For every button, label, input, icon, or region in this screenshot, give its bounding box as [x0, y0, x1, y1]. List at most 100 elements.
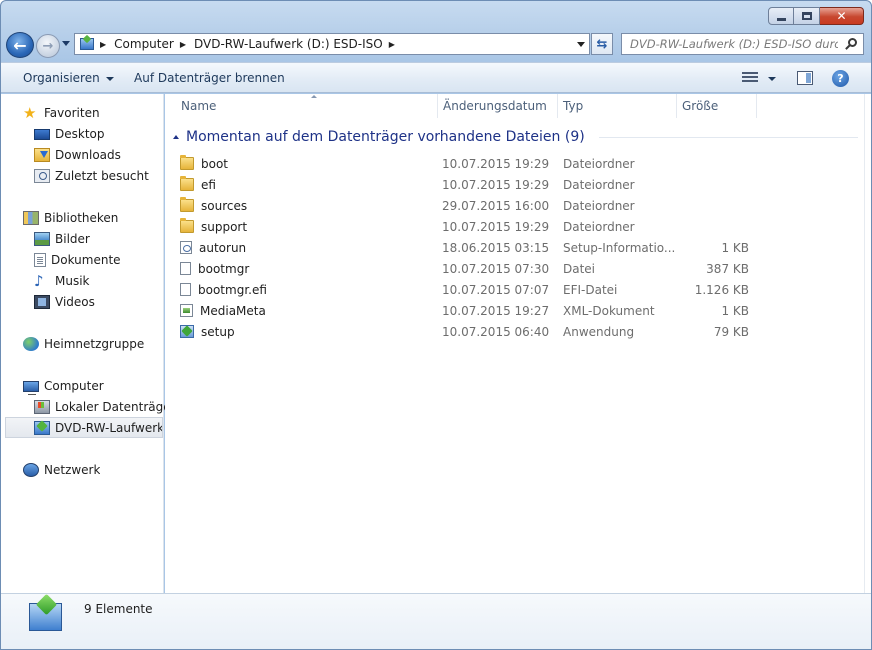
cell-name: bootmgr.efi	[180, 283, 442, 297]
sidebar-item-label: Videos	[55, 295, 95, 309]
sidebar-item-recent-places[interactable]: Zuletzt besucht	[34, 167, 149, 185]
group-divider	[598, 136, 858, 138]
file-icon	[180, 283, 191, 296]
breadcrumb-computer[interactable]: Computer	[114, 37, 174, 51]
file-name: efi	[201, 177, 216, 192]
sidebar-item-label: DVD-RW-Laufwerk (	[55, 420, 163, 435]
sidebar-item-libraries[interactable]: Bibliotheken	[23, 209, 118, 227]
sidebar-item-label: Desktop	[55, 127, 105, 141]
column-header-size[interactable]: Größe	[676, 94, 757, 118]
recent-pages-dropdown[interactable]	[62, 41, 70, 46]
file-name: sources	[201, 198, 248, 213]
sidebar-item-videos[interactable]: Videos	[34, 293, 95, 311]
cell-type: Dateiordner	[563, 177, 635, 192]
table-row[interactable]: support 10.07.2015 19:29 Dateiordner	[180, 216, 760, 237]
homegroup-icon	[23, 337, 39, 351]
organize-button[interactable]: Organisieren	[23, 71, 114, 85]
sidebar-item-computer[interactable]: Computer	[23, 377, 104, 395]
command-bar: Organisieren Auf Datenträger brennen ?	[1, 62, 871, 93]
column-header-name[interactable]: Name	[175, 94, 438, 118]
forward-arrow-icon: →	[42, 38, 54, 54]
folder-icon	[180, 218, 194, 233]
search-icon[interactable]	[848, 38, 857, 47]
table-row[interactable]: bootmgr 10.07.2015 07:30 Datei 387 KB	[180, 258, 760, 279]
table-row[interactable]: boot 10.07.2015 19:29 Dateiordner	[180, 153, 760, 174]
maximize-button[interactable]	[794, 7, 820, 25]
cell-name: bootmgr	[180, 262, 442, 276]
refresh-button[interactable]: ⇆	[591, 33, 613, 55]
sidebar-item-favorites[interactable]: ★ Favoriten	[23, 104, 100, 122]
group-title: Momentan auf dem Datenträger vorhandene …	[186, 129, 585, 145]
minimize-button[interactable]	[768, 7, 794, 25]
chevron-down-icon	[105, 76, 114, 81]
videos-icon	[34, 295, 50, 309]
cell-date: 10.07.2015 19:29	[442, 177, 550, 192]
maximize-icon	[801, 12, 812, 20]
breadcrumb-separator-icon[interactable]: ▶	[100, 40, 106, 49]
file-name: setup	[201, 324, 235, 339]
sidebar-item-downloads[interactable]: Downloads	[34, 146, 121, 164]
sidebar-item-local-disk[interactable]: Lokaler Datenträger	[34, 398, 176, 416]
cell-name: sources	[180, 197, 442, 213]
table-row[interactable]: bootmgr.efi 10.07.2015 07:07 EFI-Datei 1.12…	[180, 279, 760, 300]
star-icon: ★	[23, 104, 37, 122]
sidebar-item-desktop[interactable]: Desktop	[34, 125, 105, 143]
sidebar-item-homegroup[interactable]: Heimnetzgruppe	[23, 335, 144, 353]
table-row[interactable]: sources 29.07.2015 16:00 Dateiordner	[180, 195, 760, 216]
sidebar-item-label: Dokumente	[51, 253, 121, 267]
cell-name: support	[180, 218, 442, 234]
downloads-icon	[34, 148, 50, 162]
folder-icon	[180, 176, 194, 191]
cell-date: 10.07.2015 19:29	[442, 156, 550, 171]
sidebar-item-label: Bibliotheken	[44, 211, 119, 225]
change-view-icon[interactable]	[742, 72, 758, 84]
help-icon[interactable]: ?	[832, 70, 849, 87]
cell-date: 10.07.2015 07:07	[442, 282, 550, 297]
search-input[interactable]	[630, 37, 838, 51]
navigation-bar: ← → ▶ Computer ▶ DVD-RW-Laufwerk (D:) ES…	[6, 32, 866, 58]
cell-type: Anwendung	[563, 324, 635, 339]
sidebar-item-pictures[interactable]: Bilder	[34, 230, 90, 248]
forward-button[interactable]: →	[36, 34, 60, 58]
sort-ascending-icon	[311, 95, 317, 98]
sidebar-item-music[interactable]: ♪ Musik	[34, 272, 90, 290]
address-dropdown-icon[interactable]	[577, 42, 585, 47]
desktop-icon	[34, 129, 50, 140]
cell-name: boot	[180, 155, 442, 171]
close-icon: ✕	[836, 9, 847, 23]
breadcrumb-separator-icon[interactable]: ▶	[180, 40, 186, 49]
file-list: Name Änderungsdatum Typ Größe Momentan a…	[165, 94, 864, 593]
sidebar-item-documents[interactable]: Dokumente	[34, 251, 121, 269]
address-bar[interactable]: ▶ Computer ▶ DVD-RW-Laufwerk (D:) ESD-IS…	[74, 33, 590, 55]
file-name: MediaMeta	[200, 303, 266, 318]
table-row[interactable]: setup 10.07.2015 06:40 Anwendung 79 KB	[180, 321, 760, 342]
file-name: support	[201, 219, 248, 234]
burn-to-disc-button[interactable]: Auf Datenträger brennen	[134, 71, 285, 85]
local-disk-icon	[34, 400, 50, 414]
table-row[interactable]: MediaMeta 10.07.2015 19:27 XML-Dokument 1 K…	[180, 300, 760, 321]
cell-name: MediaMeta	[180, 304, 442, 318]
preview-pane-icon[interactable]	[797, 71, 813, 85]
file-icon	[180, 262, 191, 275]
details-pane: 9 Elemente	[1, 593, 871, 649]
column-header-date[interactable]: Änderungsdatum	[437, 94, 558, 118]
folder-icon	[180, 197, 194, 212]
refresh-icon: ⇆	[596, 36, 608, 52]
column-header-type[interactable]: Typ	[557, 94, 677, 118]
group-header[interactable]: Momentan auf dem Datenträger vorhandene …	[173, 129, 858, 145]
cell-type: Dateiordner	[563, 219, 635, 234]
sidebar-item-dvd-drive[interactable]: DVD-RW-Laufwerk (	[5, 417, 163, 438]
breadcrumb-dvd-drive[interactable]: DVD-RW-Laufwerk (D:) ESD-ISO	[194, 37, 383, 51]
view-options-dropdown[interactable]	[768, 77, 776, 81]
cell-name: autorun	[180, 241, 442, 255]
cell-size: 387 KB	[706, 261, 749, 276]
sidebar-item-label: Musik	[55, 274, 90, 288]
sidebar-item-network[interactable]: Netzwerk	[23, 461, 100, 479]
breadcrumb-separator-icon[interactable]: ▶	[389, 40, 395, 49]
sidebar-item-label: Zuletzt besucht	[55, 169, 149, 183]
back-button[interactable]: ←	[6, 32, 34, 58]
table-row[interactable]: autorun 18.06.2015 03:15 Setup-Informatio.…	[180, 237, 760, 258]
table-row[interactable]: efi 10.07.2015 19:29 Dateiordner	[180, 174, 760, 195]
collapse-group-icon[interactable]	[173, 135, 179, 139]
close-button[interactable]: ✕	[820, 7, 864, 25]
